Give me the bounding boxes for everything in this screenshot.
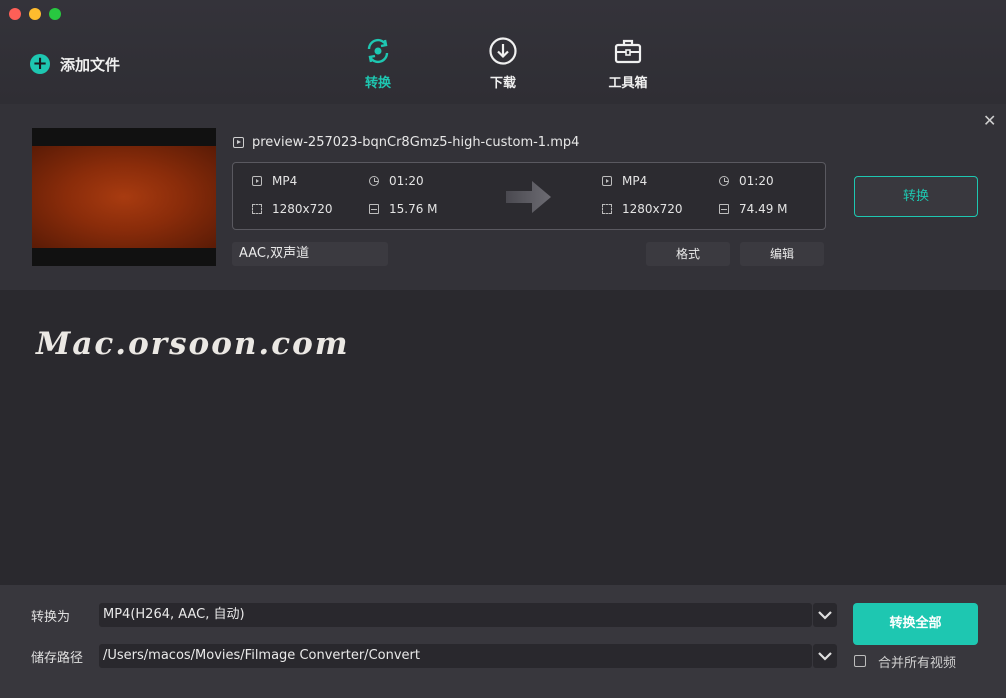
arrow-right-icon bbox=[506, 181, 551, 213]
merge-videos-checkbox[interactable] bbox=[854, 655, 866, 667]
video-file-icon bbox=[233, 137, 244, 148]
convert-button[interactable]: 转换 bbox=[854, 176, 978, 217]
source-resolution-value: 1280x720 bbox=[272, 202, 333, 216]
source-format: MP4 bbox=[252, 174, 297, 188]
save-path-select[interactable]: /Users/macos/Movies/Filmage Converter/Co… bbox=[99, 644, 812, 668]
chevron-down-icon bbox=[818, 652, 832, 661]
save-path-dropdown[interactable] bbox=[813, 644, 837, 668]
tab-toolbox-label: 工具箱 bbox=[608, 76, 648, 91]
target-format-value: MP4 bbox=[622, 174, 648, 188]
close-window-button[interactable] bbox=[9, 8, 21, 20]
source-size-value: 15.76 M bbox=[389, 202, 438, 216]
convert-to-label: 转换为 bbox=[31, 610, 71, 625]
target-duration: 01:20 bbox=[719, 174, 774, 188]
target-format: MP4 bbox=[602, 174, 647, 188]
resolution-icon bbox=[602, 204, 612, 214]
plus-icon: + bbox=[30, 54, 50, 74]
target-resolution: 1280x720 bbox=[602, 202, 683, 216]
clock-icon bbox=[719, 176, 729, 186]
toolbox-icon bbox=[614, 39, 642, 64]
target-resolution-value: 1280x720 bbox=[622, 202, 683, 216]
zoom-window-button[interactable] bbox=[49, 8, 61, 20]
convert-all-button[interactable]: 转换全部 bbox=[853, 603, 978, 645]
source-duration: 01:20 bbox=[369, 174, 424, 188]
tab-convert[interactable]: 转换 bbox=[338, 36, 418, 96]
clock-icon bbox=[369, 176, 379, 186]
file-name: preview-257023-bqnCr8Gmz5-high-custom-1.… bbox=[233, 135, 579, 150]
chevron-down-icon bbox=[818, 611, 832, 620]
format-icon bbox=[252, 176, 262, 186]
format-button[interactable]: 格式 bbox=[646, 242, 730, 266]
convert-icon bbox=[367, 38, 389, 64]
target-size: 74.49 M bbox=[719, 202, 788, 216]
merge-videos-label: 合并所有视频 bbox=[878, 656, 957, 671]
minimize-window-button[interactable] bbox=[29, 8, 41, 20]
file-size-icon bbox=[719, 204, 729, 214]
tab-toolbox[interactable]: 工具箱 bbox=[588, 36, 668, 96]
target-size-value: 74.49 M bbox=[739, 202, 788, 216]
file-size-icon bbox=[369, 204, 379, 214]
target-duration-value: 01:20 bbox=[739, 174, 774, 188]
resolution-icon bbox=[252, 204, 262, 214]
remove-file-icon[interactable]: ✕ bbox=[983, 111, 996, 130]
output-format-select[interactable]: MP4(H264, AAC, 自动) bbox=[99, 603, 812, 627]
edit-button[interactable]: 编辑 bbox=[740, 242, 824, 266]
audio-track-select[interactable]: AAC,双声道 bbox=[232, 242, 388, 266]
tab-convert-label: 转换 bbox=[364, 76, 391, 91]
download-icon bbox=[489, 37, 517, 65]
watermark: Mac.orsoon.com bbox=[36, 326, 350, 362]
source-duration-value: 01:20 bbox=[389, 174, 424, 188]
add-file-label: 添加文件 bbox=[60, 55, 121, 74]
source-size: 15.76 M bbox=[369, 202, 438, 216]
format-icon bbox=[602, 176, 612, 186]
file-name-text: preview-257023-bqnCr8Gmz5-high-custom-1.… bbox=[252, 135, 580, 150]
save-path-label: 储存路径 bbox=[31, 651, 84, 666]
video-thumbnail[interactable] bbox=[32, 128, 216, 266]
tab-download-label: 下载 bbox=[489, 76, 516, 91]
tab-download[interactable]: 下载 bbox=[463, 36, 543, 96]
output-format-dropdown[interactable] bbox=[813, 603, 837, 627]
source-resolution: 1280x720 bbox=[252, 202, 333, 216]
add-file-button[interactable]: + 添加文件 bbox=[30, 52, 120, 76]
source-format-value: MP4 bbox=[272, 174, 298, 188]
